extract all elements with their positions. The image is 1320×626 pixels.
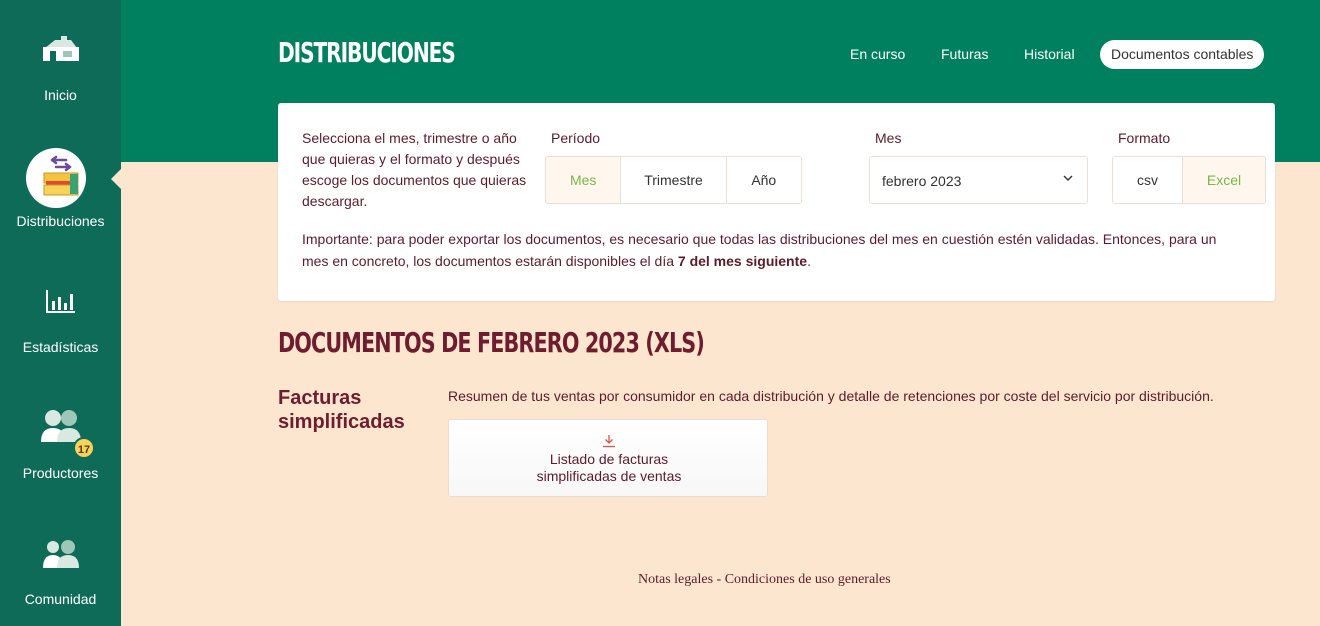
producers-count-badge: 17 [73,437,95,459]
filters-intro-text: Selecciona el mes, trimestre o año que q… [302,130,527,209]
tab-futuras[interactable]: Futuras [941,40,988,69]
important-note: Importante: para poder exportar los docu… [302,228,1242,272]
month-select[interactable]: febrero 2023 [869,156,1088,204]
download-label-line1: Listado de facturas [549,451,669,467]
month-label: Mes [875,130,902,146]
section-title: Facturas simplificadas [278,387,405,433]
format-option-csv[interactable]: csv [1113,157,1184,203]
format-label: Formato [1118,130,1171,146]
period-selector: Mes Trimestre Año [545,156,802,204]
format-selector: csv Excel [1112,156,1266,204]
important-bold-text: 7 del mes siguiente [677,253,808,269]
sidebar: Inicio Distribuciones Estadísticas Produ… [0,0,121,626]
crates-icon [43,155,78,196]
format-option-excel[interactable]: Excel [1183,157,1265,203]
legal-notes-link[interactable]: Notas legales [638,572,713,587]
bar-chart-icon [45,290,75,313]
tab-historial[interactable]: Historial [1024,40,1075,69]
chevron-down-icon [1063,175,1073,181]
period-label: Período [551,130,601,146]
tab-en-curso[interactable]: En curso [850,40,905,69]
download-icon [603,435,615,448]
period-option-trimestre[interactable]: Trimestre [621,157,727,203]
download-invoices-button[interactable]: Listado de facturas simplificadas de ven… [448,419,768,497]
section-description: Resumen de tus ventas por consumidor en … [448,388,1214,404]
sidebar-item-label: Productores [22,465,99,481]
sidebar-item-label: Estadísticas [22,339,99,355]
footer-separator: - [713,572,725,587]
download-button-label: Listado de facturas simplificadas de ven… [449,451,769,485]
sidebar-item-label: Comunidad [24,591,97,607]
page-title: DISTRIBUCIONES [278,36,456,69]
active-caret [111,169,121,189]
community-icon [42,540,79,568]
sidebar-item-distribuciones[interactable]: Distribuciones [0,126,121,252]
month-select-value: febrero 2023 [882,173,962,189]
period-option-mes[interactable]: Mes [546,157,622,203]
sidebar-item-label: Distribuciones [16,213,105,229]
sidebar-item-inicio[interactable]: Inicio [0,0,121,126]
sidebar-item-estadisticas[interactable]: Estadísticas [0,252,121,378]
important-suffix: . [807,253,811,269]
house-icon [42,36,79,61]
period-option-ano[interactable]: Año [726,157,801,203]
documents-title: DOCUMENTOS DE FEBRERO 2023 (XLS) [278,326,705,359]
sidebar-item-label: Inicio [44,87,77,103]
terms-link[interactable]: Condiciones de uso generales [725,572,891,587]
sidebar-item-productores[interactable]: Productores [0,378,121,504]
sidebar-item-comunidad[interactable]: Comunidad [0,504,121,626]
download-label-line2: simplificadas de ventas [536,468,682,484]
footer: Notas legales - Condiciones de uso gener… [638,572,891,588]
tab-documentos-contables[interactable]: Documentos contables [1100,40,1265,69]
